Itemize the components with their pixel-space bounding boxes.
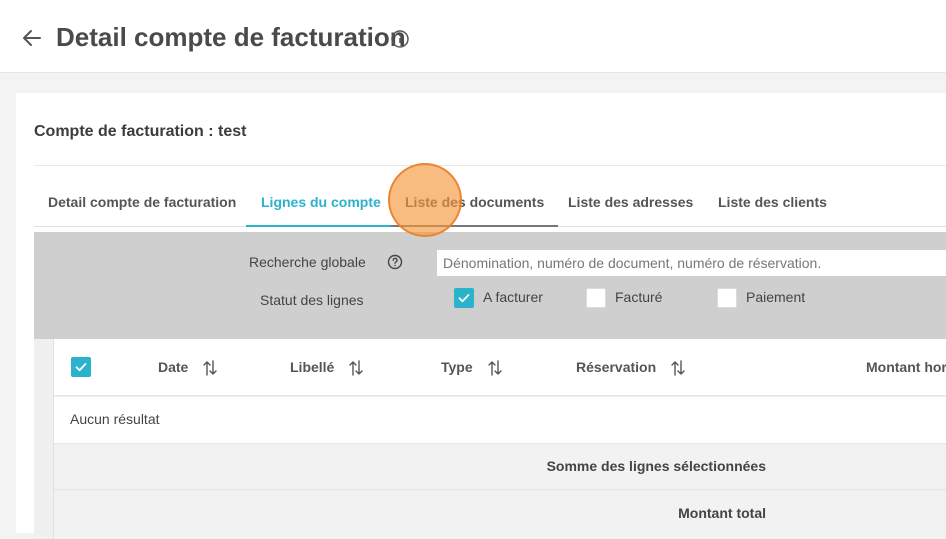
empty-result-text: Aucun résultat xyxy=(70,411,160,427)
search-label: Recherche globale xyxy=(249,254,366,270)
status-invoiced-checkbox[interactable] xyxy=(586,288,606,308)
top-bar: Detail compte de facturation xyxy=(0,0,946,73)
status-to-invoice-label: A facturer xyxy=(483,289,543,305)
total-amount-label: Montant total xyxy=(678,505,766,521)
filter-panel: Recherche globale Statut des lignes A fa… xyxy=(34,232,946,339)
select-all-checkbox[interactable] xyxy=(71,357,91,377)
account-title: Compte de facturation : test xyxy=(34,123,247,140)
table-header: Date Libellé Type Réservation Montant ho… xyxy=(54,339,946,396)
status-payment-label: Paiement xyxy=(746,289,806,305)
column-type-label: Type xyxy=(441,359,473,375)
page-title: Detail compte de facturation xyxy=(56,22,406,52)
sort-icon xyxy=(349,360,363,376)
selected-lines-sum-label: Somme des lignes sélectionnées xyxy=(546,458,766,474)
lines-table: Date Libellé Type Réservation Montant ho… xyxy=(34,339,946,539)
account-card: Compte de facturation : test Detail comp… xyxy=(16,93,946,539)
column-label-text: Libellé xyxy=(290,359,335,375)
check-icon xyxy=(458,294,470,303)
table-row-sum: Somme des lignes sélectionnées xyxy=(54,445,946,490)
status-to-invoice-checkbox[interactable] xyxy=(454,288,474,308)
tab-account-detail[interactable]: Detail compte de facturation xyxy=(48,181,236,227)
divider xyxy=(34,165,946,166)
table-gutter xyxy=(34,339,54,539)
sort-icon xyxy=(487,360,502,376)
global-search-input[interactable] xyxy=(437,250,946,276)
info-circle-icon[interactable] xyxy=(390,29,410,49)
check-icon xyxy=(75,363,87,372)
tab-clients[interactable]: Liste des clients xyxy=(718,181,827,227)
help-circle-icon[interactable] xyxy=(386,253,404,271)
column-date-label: Date xyxy=(158,359,189,375)
column-reservation[interactable]: Réservation xyxy=(576,359,686,377)
sort-icon xyxy=(203,360,217,376)
sort-icon xyxy=(671,360,685,376)
column-amount-excl-tax[interactable]: Montant hor xyxy=(866,359,946,375)
tab-documents[interactable]: Liste des documents xyxy=(391,181,559,227)
tab-account-lines[interactable]: Lignes du compte xyxy=(246,181,396,227)
column-reservation-label: Réservation xyxy=(576,359,657,375)
column-type[interactable]: Type xyxy=(441,359,503,377)
status-label: Statut des lignes xyxy=(260,292,364,308)
column-amount-label: Montant hor xyxy=(866,359,946,375)
status-payment-checkbox[interactable] xyxy=(717,288,737,308)
tab-addresses[interactable]: Liste des adresses xyxy=(568,181,693,227)
table-row-empty: Aucun résultat xyxy=(54,397,946,444)
status-invoiced-label: Facturé xyxy=(615,289,663,305)
tab-bar: Detail compte de facturation Lignes du c… xyxy=(34,181,946,227)
column-label[interactable]: Libellé xyxy=(290,359,364,377)
arrow-left-icon[interactable] xyxy=(20,26,44,50)
column-date[interactable]: Date xyxy=(158,359,218,377)
table-row-total: Montant total xyxy=(54,491,946,539)
